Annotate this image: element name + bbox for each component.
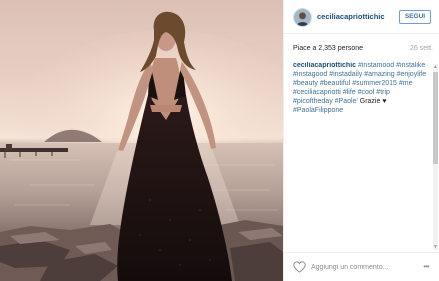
post-side-panel: ceciliacapriottichic SEGUI Piace a 2,353…	[283, 0, 439, 281]
post-timestamp[interactable]: 26 sett.	[410, 45, 433, 52]
hashtag-link[interactable]: #cool	[358, 89, 375, 96]
scroll-down-arrow-icon[interactable]: ▼	[433, 244, 438, 250]
hashtag-link[interactable]: #instagood	[293, 71, 327, 78]
likes-row: Piace a 2,353 persone 26 sett.	[293, 45, 433, 55]
hashtag-link[interactable]: #summer2015	[352, 80, 397, 87]
hashtag-link[interactable]: #instadaily	[329, 71, 362, 78]
hashtag-link[interactable]: #Paole'	[335, 98, 358, 105]
heart-outline-icon[interactable]	[293, 261, 306, 273]
hashtag-link[interactable]: #enjoylife	[397, 71, 427, 78]
caption-word: Grazie	[359, 97, 381, 105]
hashtag-link[interactable]: #trip	[376, 89, 390, 96]
profile-avatar-icon[interactable]	[293, 8, 312, 27]
hashtag-link[interactable]: #amazing	[364, 71, 394, 78]
hashtag-link[interactable]: #instamood	[358, 62, 394, 69]
hashtag-link[interactable]: #beauty	[293, 80, 318, 87]
hashtag-link[interactable]: #instalike	[396, 62, 425, 69]
comment-input[interactable]	[311, 261, 411, 274]
likes-count[interactable]: Piace a 2,353 persone	[293, 45, 363, 52]
scroll-thumb[interactable]	[433, 72, 438, 164]
hashtag-link[interactable]: #picoftheday	[293, 98, 333, 105]
comment-bar: •••	[284, 252, 439, 281]
post-caption: ceciliacapriottichic #instamood #instali…	[293, 62, 427, 115]
hashtag-link[interactable]: #PaolaFilippone	[293, 107, 343, 114]
post-header: ceciliacapriottichic SEGUI	[284, 0, 439, 34]
caption-text: #instamood #instalike #instagood #instad…	[293, 62, 426, 114]
hashtag-link[interactable]: #life	[343, 89, 356, 96]
caption-scrollbar[interactable]: ▲ ▼	[433, 64, 438, 250]
caption-container: ceciliacapriottichic #instamood #instali…	[293, 62, 427, 247]
caption-word: ♥	[382, 97, 387, 105]
username-link[interactable]: ceciliacapriottichic	[317, 12, 385, 21]
hashtag-link[interactable]: #me	[399, 80, 413, 87]
follow-button[interactable]: SEGUI	[399, 10, 431, 24]
caption-author-link[interactable]: ceciliacapriottichic	[293, 62, 356, 69]
post-photo[interactable]	[0, 0, 283, 281]
scroll-up-arrow-icon[interactable]: ▲	[433, 64, 438, 70]
more-options-icon[interactable]: •••	[420, 263, 432, 271]
sunset-sea-photo	[0, 11, 283, 281]
hashtag-link[interactable]: #ceciliacapriotti	[293, 89, 341, 96]
hashtag-link[interactable]: #beautiful	[320, 80, 350, 87]
